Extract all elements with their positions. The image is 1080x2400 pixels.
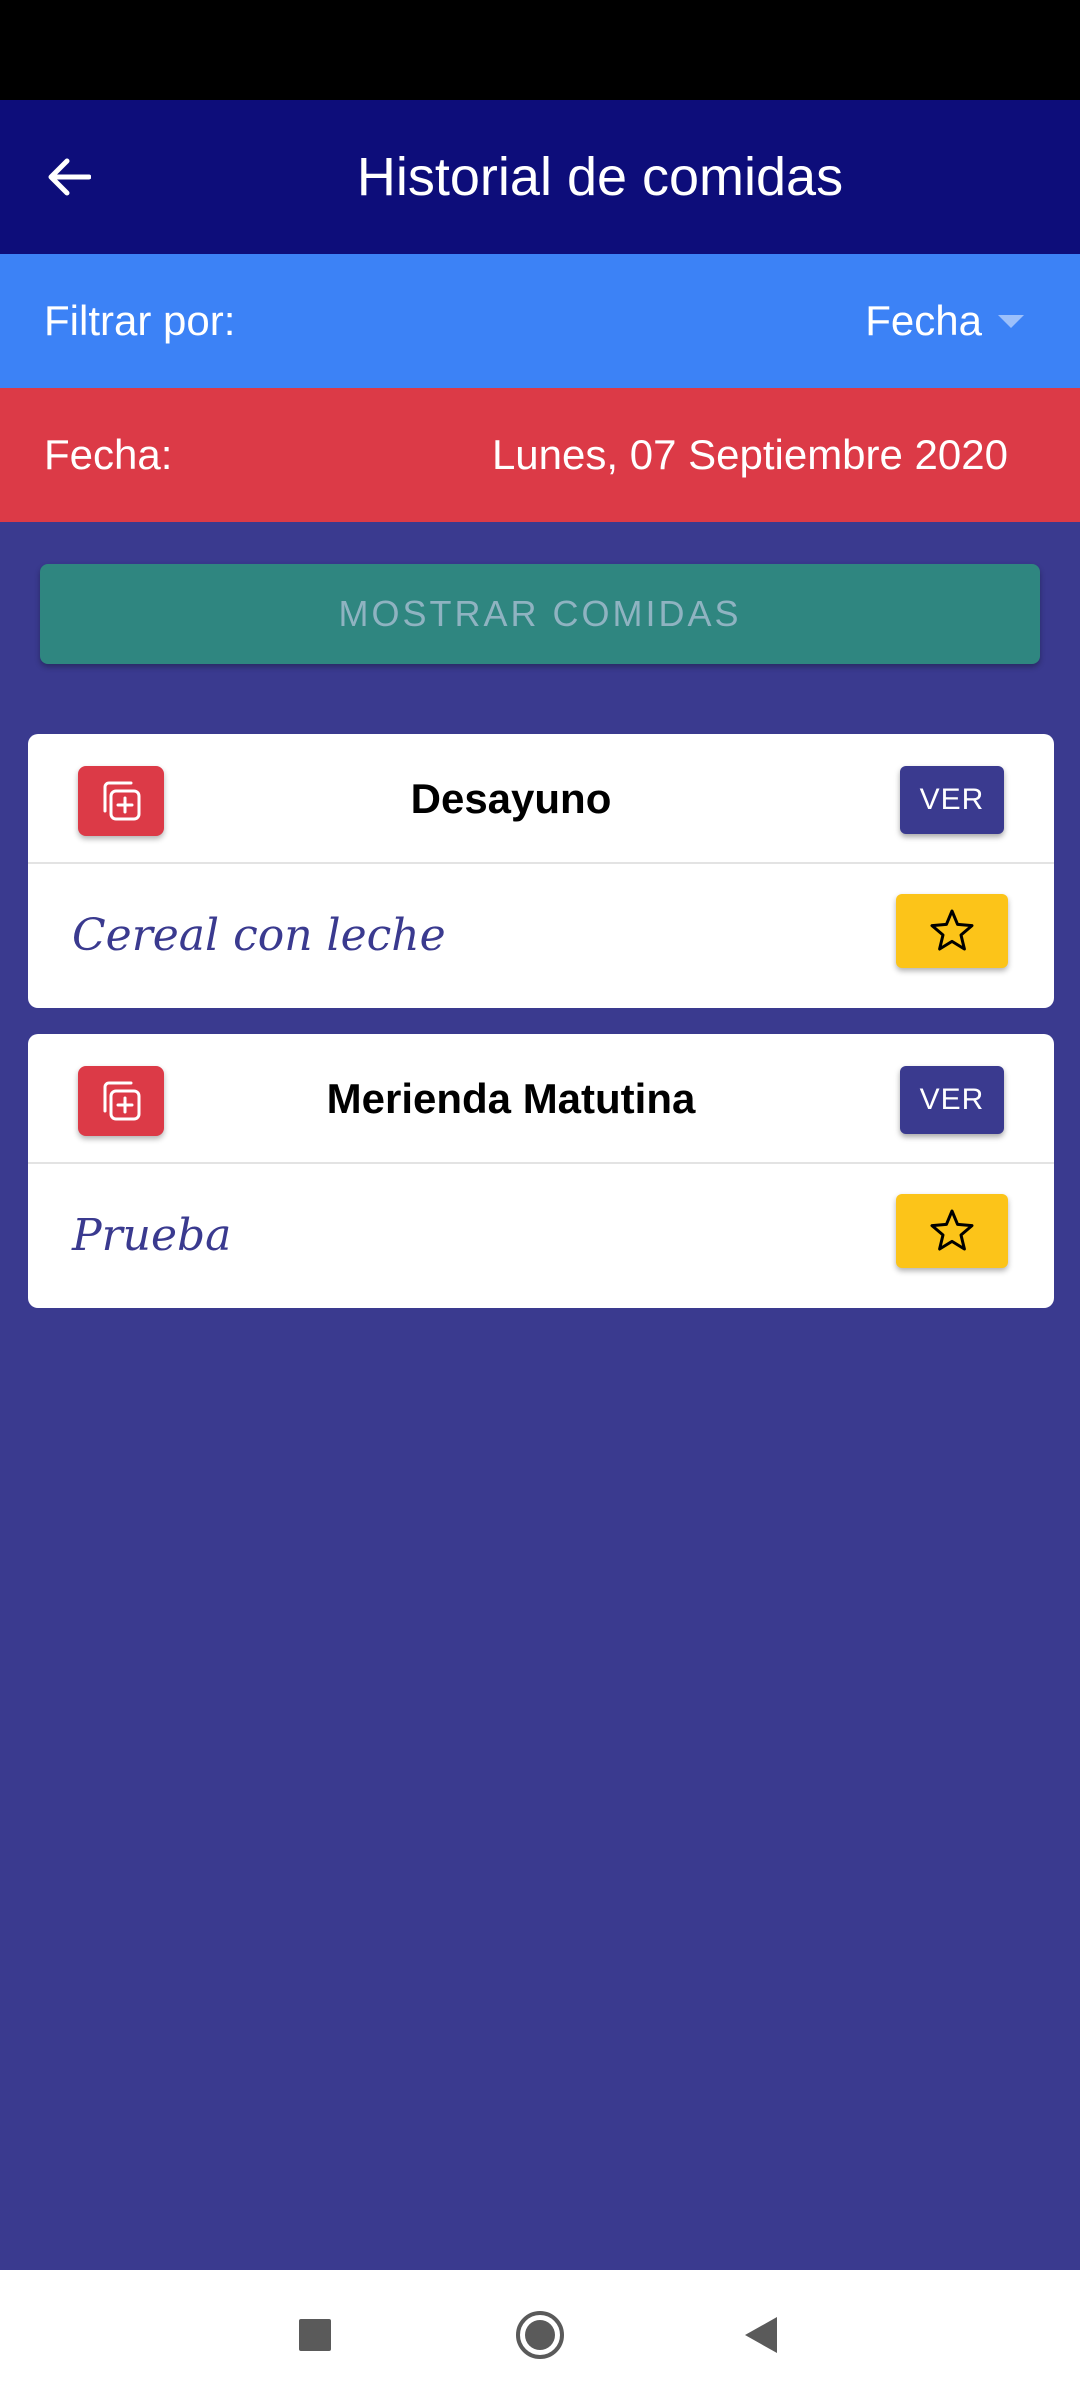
star-icon	[930, 909, 974, 951]
meal-card-header: Desayuno VER	[28, 734, 1054, 864]
view-meal-button[interactable]: VER	[900, 766, 1004, 834]
favorite-button[interactable]	[896, 1194, 1008, 1268]
back-nav-button[interactable]	[726, 2300, 796, 2370]
recents-nav-button[interactable]	[280, 2300, 350, 2370]
square-stop-icon	[299, 2319, 331, 2351]
status-bar	[0, 0, 1080, 100]
page-title: Historial de comidas	[356, 147, 844, 207]
meal-card-header: Merienda Matutina VER	[28, 1034, 1054, 1164]
meal-description: Prueba	[72, 1210, 232, 1261]
copy-meal-button[interactable]	[78, 766, 164, 836]
copy-meal-button[interactable]	[78, 1066, 164, 1136]
home-nav-button[interactable]	[505, 2300, 575, 2370]
filter-label: Filtrar por:	[44, 297, 236, 344]
view-meal-button[interactable]: VER	[900, 1066, 1004, 1134]
filter-bar: Filtrar por: Fecha	[0, 254, 1080, 388]
date-bar: Fecha: Lunes, 07 Septiembre 2020	[0, 388, 1080, 522]
copy-add-icon	[103, 781, 141, 821]
triangle-back-icon	[745, 2317, 777, 2353]
meal-card: Desayuno VER Cereal con leche	[28, 734, 1054, 1008]
meal-description: Cereal con leche	[72, 910, 446, 961]
filter-selected-value: Fecha	[865, 297, 982, 344]
meal-title: Desayuno	[410, 775, 612, 822]
show-meals-button[interactable]: MOSTRAR COMIDAS	[40, 564, 1040, 664]
filter-dropdown[interactable]: Fecha	[865, 254, 1024, 388]
app-bar: Historial de comidas	[0, 100, 1080, 254]
copy-add-icon	[103, 1081, 141, 1121]
chevron-down-icon	[998, 314, 1024, 328]
favorite-button[interactable]	[896, 894, 1008, 968]
date-label: Fecha:	[44, 431, 173, 478]
meal-title: Merienda Matutina	[326, 1075, 696, 1122]
meal-card: Merienda Matutina VER Prueba	[28, 1034, 1054, 1308]
circle-home-icon	[516, 2311, 564, 2359]
star-icon	[930, 1209, 974, 1251]
date-picker-value[interactable]: Lunes, 07 Septiembre 2020	[492, 388, 1008, 522]
system-nav-bar	[0, 2270, 1080, 2400]
